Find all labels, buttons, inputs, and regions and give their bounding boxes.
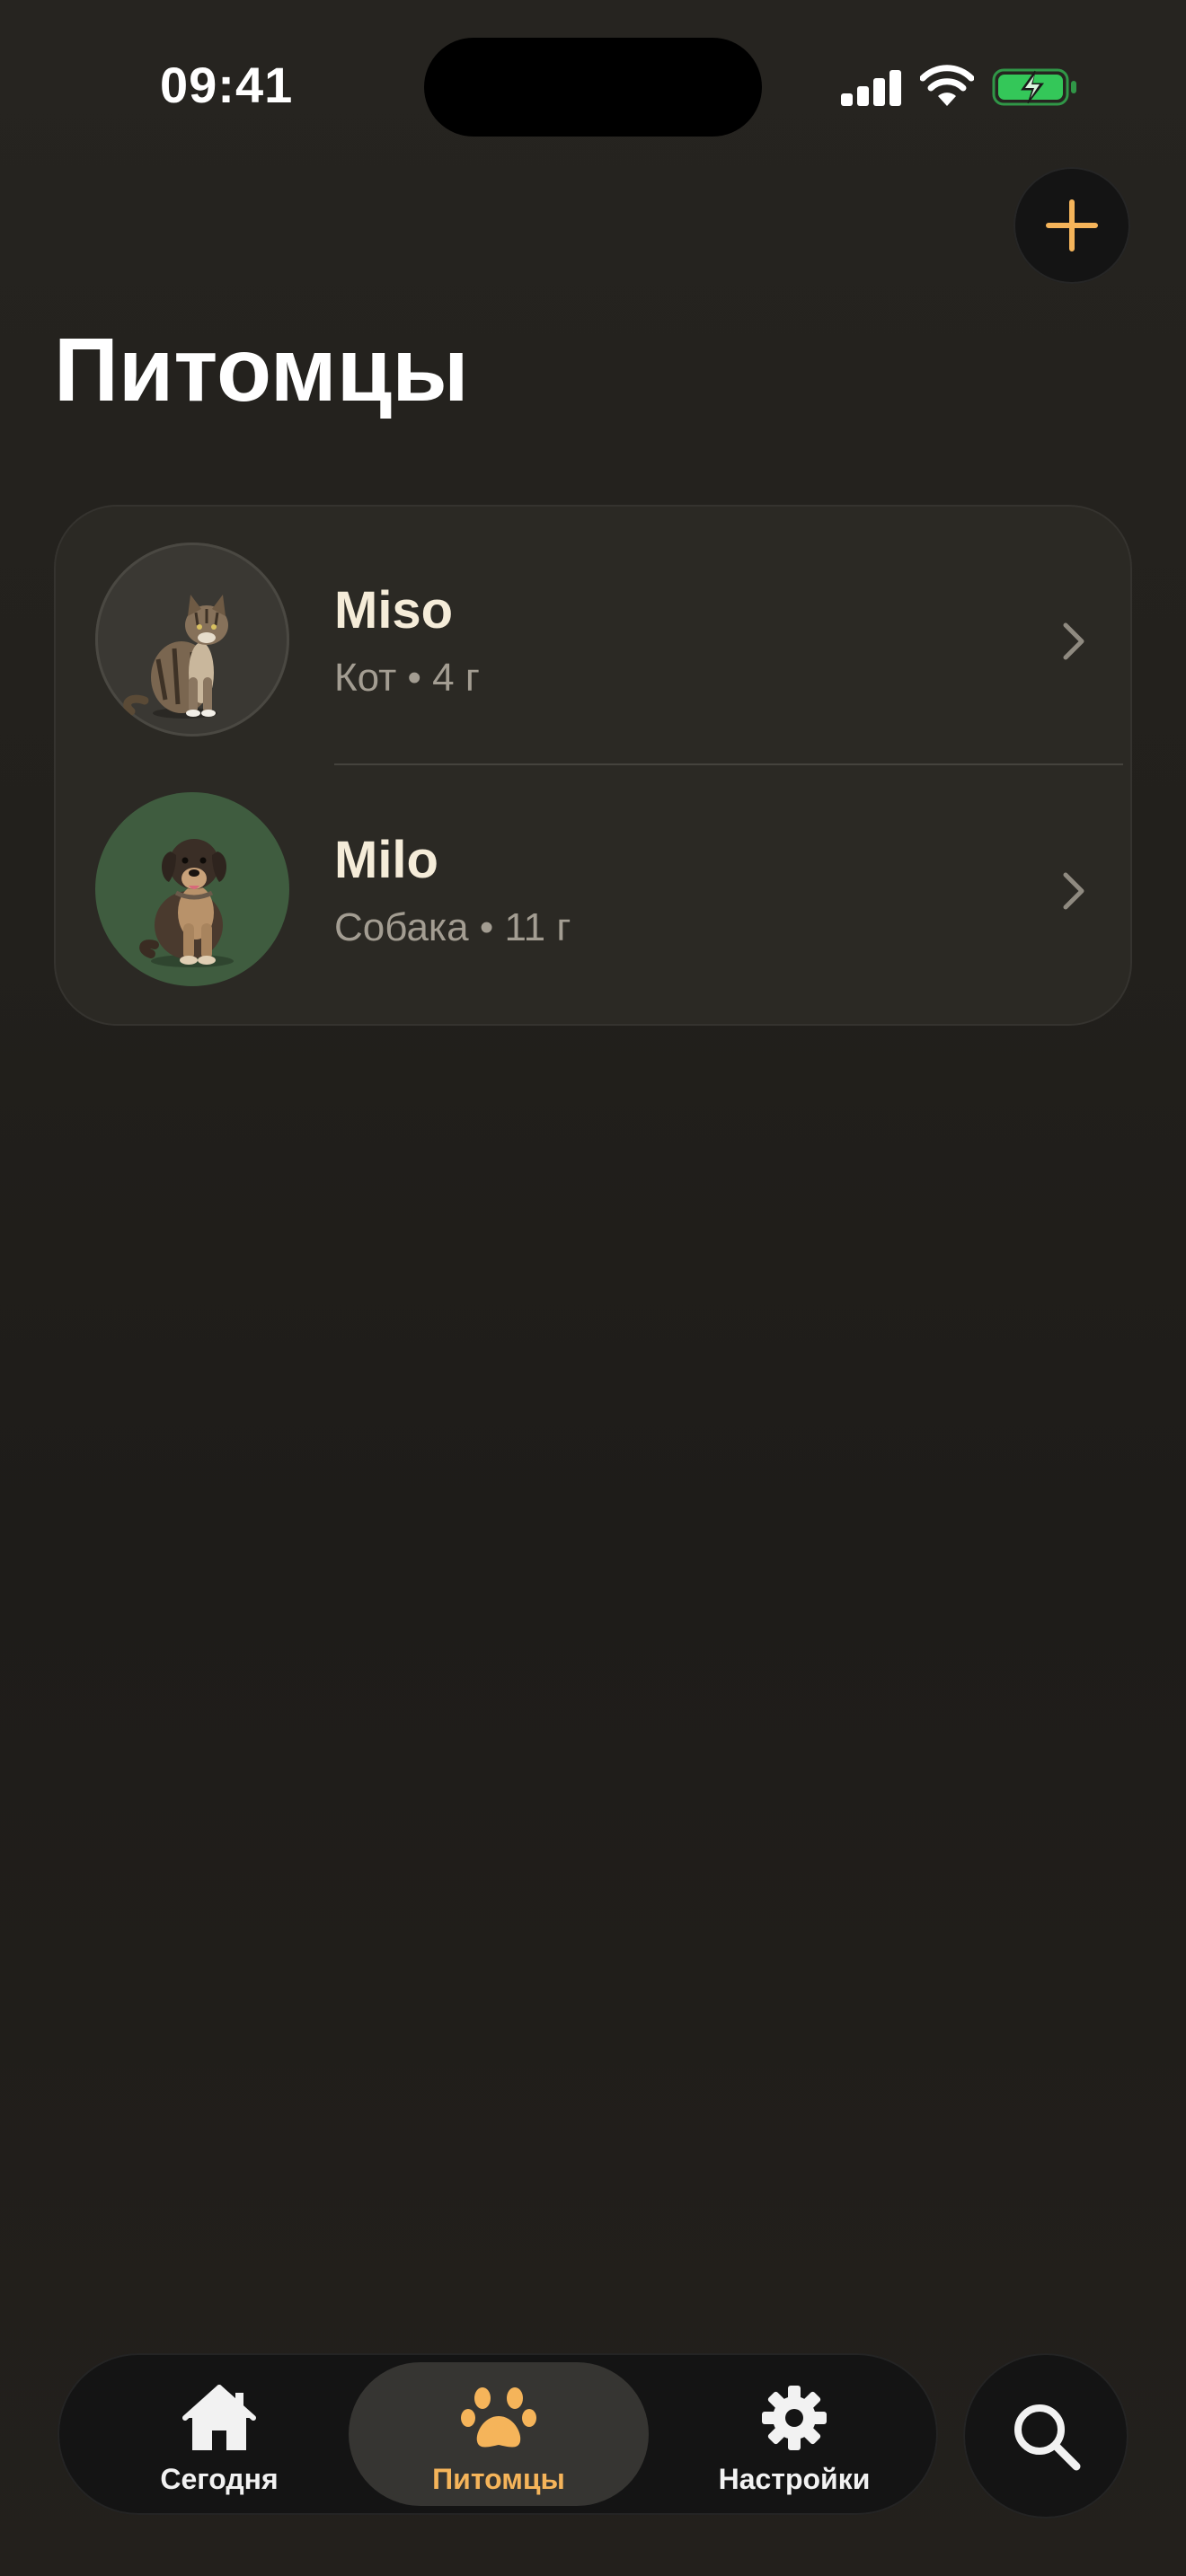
pet-name: Milo [334,831,438,889]
chevron-right-icon [1063,872,1084,910]
pet-details: Собака • 11 г [334,905,571,949]
house-icon [182,2385,256,2450]
pet-details: Кот • 4 г [334,656,480,700]
wifi-icon [920,65,974,106]
tab-pets[interactable]: Питомцы [349,2362,649,2506]
gear-icon [762,2386,827,2450]
pet-avatar-dog [95,792,289,986]
pets-list: Miso Кот • 4 г Milo Собака • 11 г [54,505,1132,1026]
tab-today[interactable]: Сегодня [75,2362,363,2506]
tab-bar: Сегодня Питомцы Настройки [58,2353,938,2515]
pet-row-milo[interactable]: Milo Собака • 11 г [54,765,1132,1013]
plus-icon [1046,199,1098,251]
tab-settings[interactable]: Настройки [651,2362,938,2506]
dog-illustration [139,839,234,967]
search-icon [1014,2404,1081,2471]
cellular-signal-icon [841,68,902,106]
cat-illustration [123,595,228,719]
search-button[interactable] [963,2353,1128,2519]
tab-label: Сегодня [160,2463,279,2495]
pet-name: Miso [334,581,454,640]
page-title: Питомцы [54,320,469,420]
status-bar: 09:41 [0,0,1186,171]
tab-label: Настройки [718,2463,871,2495]
chevron-right-icon [1063,622,1084,660]
dynamic-island [424,38,762,137]
battery-charging-icon [992,68,1076,106]
add-pet-button[interactable] [1013,167,1130,284]
status-time: 09:41 [160,57,294,113]
pet-row-miso[interactable]: Miso Кот • 4 г [54,505,1132,753]
pet-avatar-cat [95,543,289,737]
paw-icon [461,2387,536,2448]
tab-label: Питомцы [432,2463,565,2495]
